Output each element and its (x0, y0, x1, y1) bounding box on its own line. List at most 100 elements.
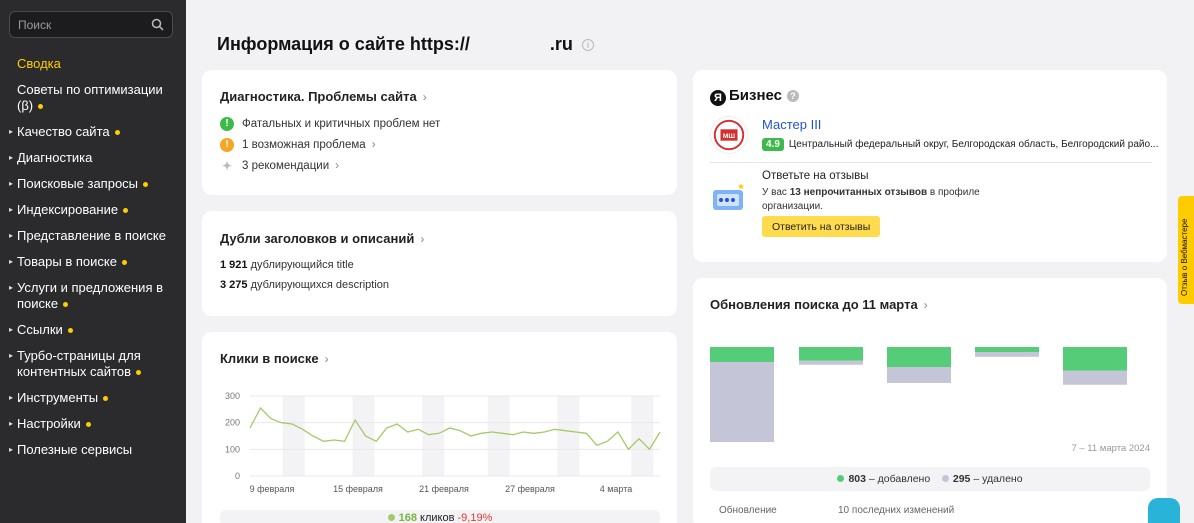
page-title-prefix: Информация о сайте https:// (217, 34, 470, 54)
org-name-link[interactable]: Мастер III (762, 117, 821, 132)
bar-removed[interactable] (887, 367, 951, 383)
feedback-tab[interactable]: Отзыв о Вебмастере (1178, 196, 1194, 304)
removed-label: – удалено (973, 473, 1023, 485)
notification-dot (38, 104, 44, 110)
updates-title[interactable]: Обновления поиска до 11 марта › (710, 297, 928, 312)
bar-removed[interactable] (975, 352, 1039, 357)
sidebar-item-label: Сводка (17, 56, 61, 71)
sidebar-item[interactable]: ▸ Представление в поиске (0, 228, 186, 244)
diagnostics-row-recommend[interactable]: ✦ 3 рекомендации › (220, 158, 339, 173)
clicks-card: Клики в поиске › 0 100 200 300 9 февраля 15 фе… (202, 332, 677, 523)
bar-added[interactable] (1063, 347, 1127, 371)
bar-added[interactable] (799, 347, 863, 361)
sidebar-item-label: Инструменты (17, 390, 99, 405)
sidebar-item-label: Турбо-страницы для контентных сайтов (17, 348, 141, 379)
search-box (9, 11, 173, 38)
bar-removed[interactable] (710, 362, 774, 442)
diagnostics-card: Диагностика. Проблемы сайта › ! Фатальных … (202, 70, 677, 195)
notification-dot (63, 302, 69, 308)
bar-added[interactable] (975, 347, 1039, 352)
bar-removed[interactable] (1063, 370, 1127, 385)
weekend-band (487, 396, 510, 476)
x-tick-label: 4 марта (600, 484, 633, 494)
rating-badge: 4.9 (762, 138, 784, 151)
diagnostics-row-possible[interactable]: ! 1 возможная проблема › (220, 137, 376, 152)
help-icon[interactable]: ? (787, 90, 800, 102)
divider (710, 162, 1152, 163)
updates-card: Обновления поиска до 11 марта › 7 – 11 ма… (693, 278, 1167, 523)
expand-arrow-icon: ▸ (9, 179, 14, 188)
reply-reviews-button[interactable]: Ответить на отзывы (762, 216, 881, 237)
chevron-right-icon: › (422, 90, 427, 104)
search-input[interactable] (18, 12, 148, 37)
sidebar-item[interactable]: ▸ Настройки (0, 416, 186, 432)
clicks-total: 168 (398, 512, 417, 523)
sidebar-item-label: Индексирование (17, 202, 119, 217)
sidebar-item[interactable]: ▸ Ссылки (0, 322, 186, 338)
expand-arrow-icon: ▸ (9, 419, 14, 428)
expand-arrow-icon: ▸ (9, 257, 14, 266)
sidebar-item[interactable]: ▸ Турбо-страницы для контентных сайтов (0, 348, 186, 380)
clicks-change: -9,19% (457, 512, 493, 523)
chat-icon[interactable] (1148, 498, 1180, 523)
bar-removed[interactable] (799, 360, 863, 365)
sidebar-item-label: Представление в поиске (17, 228, 166, 243)
sidebar-item-label: Поисковые запросы (17, 176, 139, 191)
sidebar-item[interactable]: ▸ Поисковые запросы (0, 176, 186, 192)
expand-arrow-icon: ▸ (9, 351, 14, 360)
duplicates-title-row: 1 921 дублирующийся title (220, 259, 354, 271)
diagnostics-title[interactable]: Диагностика. Проблемы сайта › (220, 89, 427, 104)
org-rating-row: 4.9 Центральный федеральный округ, Белгор… (762, 138, 1158, 151)
weekend-band (631, 396, 654, 476)
sidebar-item-label: Полезные сервисы (17, 442, 133, 457)
notification-dot (85, 422, 91, 428)
clicks-chart: 0 100 200 300 9 февраля 15 февраля 21 февраля 2… (225, 391, 661, 494)
notification-dot (103, 396, 109, 402)
x-tick-label: 15 февраля (333, 484, 383, 494)
sidebar-item[interactable]: Советы по оптимизации (β) (0, 82, 186, 114)
legend-dot-removed (941, 475, 949, 482)
sidebar-item[interactable]: Сводка (0, 56, 186, 72)
sidebar-item[interactable]: ▸ Диагностика (0, 150, 186, 166)
legend-dot-added (837, 475, 845, 482)
reviews-envelope-icon (713, 183, 744, 210)
feedback-tab-label: Отзыв о Вебмастере (1180, 218, 1189, 296)
y-tick-label: 100 (225, 444, 240, 454)
duplicates-title[interactable]: Дубли заголовков и описаний › (220, 231, 424, 246)
sidebar-item[interactable]: ▸ Полезные сервисы (0, 442, 186, 458)
clicks-total-label: кликов (420, 512, 455, 523)
bar-added[interactable] (710, 347, 774, 362)
sidebar-item[interactable]: ▸ Качество сайта (0, 124, 186, 140)
expand-arrow-icon: ▸ (9, 393, 14, 402)
updates-col-changes: 10 последних изменений (838, 505, 955, 516)
duplicates-desc-row: 3 275 дублирующихся description (220, 279, 390, 291)
chevron-right-icon: › (335, 158, 340, 172)
sidebar-item[interactable]: ▸ Индексирование (0, 202, 186, 218)
chevron-right-icon: › (420, 232, 425, 246)
clicks-line (249, 406, 661, 451)
clicks-summary: 168 кликов -9,19% (220, 510, 660, 523)
updates-date-range: 7 – 11 марта 2024 (1071, 443, 1150, 454)
notification-dot (136, 370, 141, 376)
sidebar-item[interactable]: ▸ Инструменты (0, 390, 186, 406)
chevron-right-icon: › (324, 352, 329, 366)
legend-dot-clicks (387, 514, 395, 521)
sidebar-item[interactable]: ▸ Услуги и предложения в поиске (0, 280, 186, 312)
reviews-text: У вас 13 непрочитанных отзывов в профиле… (762, 187, 980, 212)
x-tick-label: 9 февраля (250, 484, 295, 494)
org-address: Центральный федеральный округ, Белгородс… (788, 139, 1159, 150)
sidebar-item-label: Настройки (17, 416, 81, 431)
org-avatar[interactable]: МШ (710, 116, 748, 154)
notification-dot (114, 130, 120, 136)
info-icon[interactable]: i (581, 39, 594, 52)
business-logo[interactable]: Я Бизнес? (710, 87, 800, 106)
sidebar-item-label: Ссылки (17, 322, 63, 337)
sidebar: Сводка Советы по оптимизации (β) ▸Качество… (0, 0, 186, 523)
bar-added[interactable] (887, 347, 951, 367)
clicks-title[interactable]: Клики в поиске › (220, 351, 329, 366)
search-icon[interactable] (151, 18, 164, 31)
chevron-right-icon: › (923, 298, 928, 312)
notification-dot (67, 328, 73, 334)
y-tick-label: 0 (235, 471, 240, 481)
sidebar-item[interactable]: ▸ Товары в поиске (0, 254, 186, 270)
